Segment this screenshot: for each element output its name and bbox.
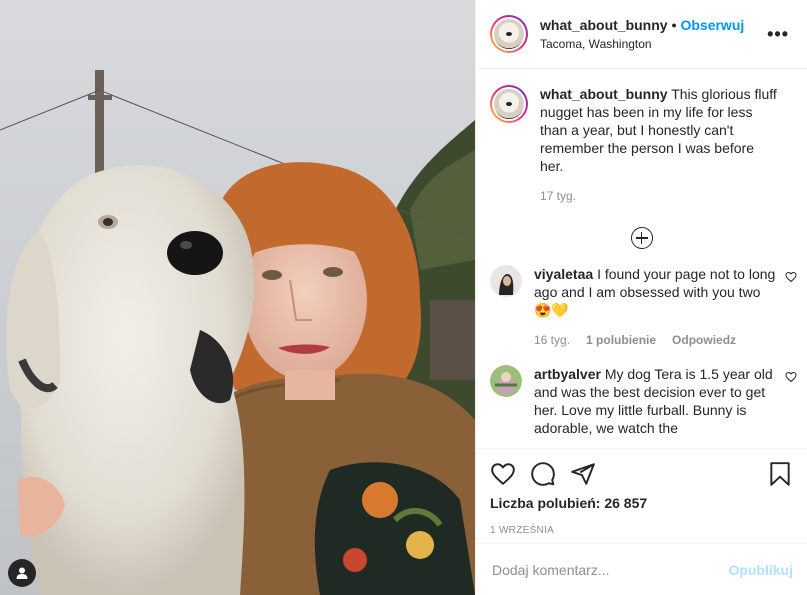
author-username[interactable]: what_about_bunny — [540, 17, 668, 33]
caption-time[interactable]: 17 tyg. — [540, 187, 576, 205]
post-header: what_about_bunny • Obserwuj Tacoma, Wash… — [476, 0, 807, 69]
tagged-users-button[interactable] — [8, 559, 36, 587]
caption-author-avatar[interactable] — [490, 85, 528, 123]
save-bookmark-icon[interactable] — [767, 461, 793, 487]
load-more-row — [490, 227, 793, 249]
avatar-image — [494, 89, 524, 119]
comment-body: artbyalver My dog Tera is 1.5 year old a… — [534, 365, 793, 437]
comment-avatar-wrap — [490, 365, 522, 437]
like-comment-heart-icon[interactable] — [785, 271, 797, 283]
post-sidebar: what_about_bunny • Obserwuj Tacoma, Wash… — [475, 0, 807, 595]
caption-meta: 17 tyg. — [540, 187, 781, 205]
person-icon — [16, 567, 28, 579]
caption-avatar-wrap — [490, 85, 528, 205]
avatar-image — [494, 19, 524, 49]
instagram-post: what_about_bunny • Obserwuj Tacoma, Wash… — [0, 0, 807, 595]
commenter-avatar[interactable] — [490, 265, 522, 297]
header-top-row: what_about_bunny • Obserwuj — [540, 17, 763, 33]
caption-username[interactable]: what_about_bunny — [540, 86, 668, 102]
action-icons — [490, 449, 793, 499]
selfie-with-dog-image — [0, 0, 475, 595]
more-options-icon[interactable]: ••• — [763, 24, 793, 45]
actions-section: Liczba polubień: 26 857 1 WRZEŚNIA — [476, 448, 807, 536]
comment-likes[interactable]: 1 polubienie — [586, 331, 656, 349]
follow-button[interactable]: Obserwuj — [680, 17, 744, 33]
like-comment-heart-icon[interactable] — [785, 371, 797, 383]
caption-body: what_about_bunny This glorious fluff nug… — [540, 85, 793, 205]
header-text: what_about_bunny • Obserwuj Tacoma, Wash… — [540, 17, 763, 51]
comment-avatar-wrap — [490, 265, 522, 349]
comments-section[interactable]: what_about_bunny This glorious fluff nug… — [476, 69, 807, 448]
load-more-comments-icon[interactable] — [630, 227, 653, 249]
post-location[interactable]: Tacoma, Washington — [540, 37, 763, 51]
comment-input[interactable] — [490, 560, 729, 579]
comment-time[interactable]: 16 tyg. — [534, 331, 570, 349]
comment-item: viyaletaa I found your page not to long … — [490, 265, 797, 349]
reply-button[interactable]: Odpowiedz — [672, 331, 736, 349]
comment-username[interactable]: artbyalver — [534, 366, 601, 382]
post-comment-button[interactable]: Opublikuj — [728, 562, 793, 578]
comment-bubble-icon[interactable] — [530, 461, 556, 487]
comment-body: viyaletaa I found your page not to long … — [534, 265, 793, 349]
post-date[interactable]: 1 WRZEŚNIA — [490, 525, 793, 536]
comment-meta: 16 tyg. 1 polubienie Odpowiedz — [534, 331, 781, 349]
comment-item: artbyalver My dog Tera is 1.5 year old a… — [490, 365, 797, 437]
add-comment-bar: Opublikuj — [476, 543, 807, 595]
separator-dot: • — [671, 17, 677, 33]
likes-count[interactable]: Liczba polubień: 26 857 — [490, 495, 793, 511]
avatar-frame — [492, 87, 526, 121]
commenter-avatar[interactable] — [490, 365, 522, 397]
like-heart-icon[interactable] — [490, 461, 516, 487]
author-avatar[interactable] — [490, 15, 528, 53]
caption: what_about_bunny This glorious fluff nug… — [490, 85, 793, 205]
post-photo[interactable] — [0, 0, 475, 595]
share-paper-plane-icon[interactable] — [570, 461, 596, 487]
comment-username[interactable]: viyaletaa — [534, 266, 593, 282]
avatar-frame — [492, 17, 526, 51]
